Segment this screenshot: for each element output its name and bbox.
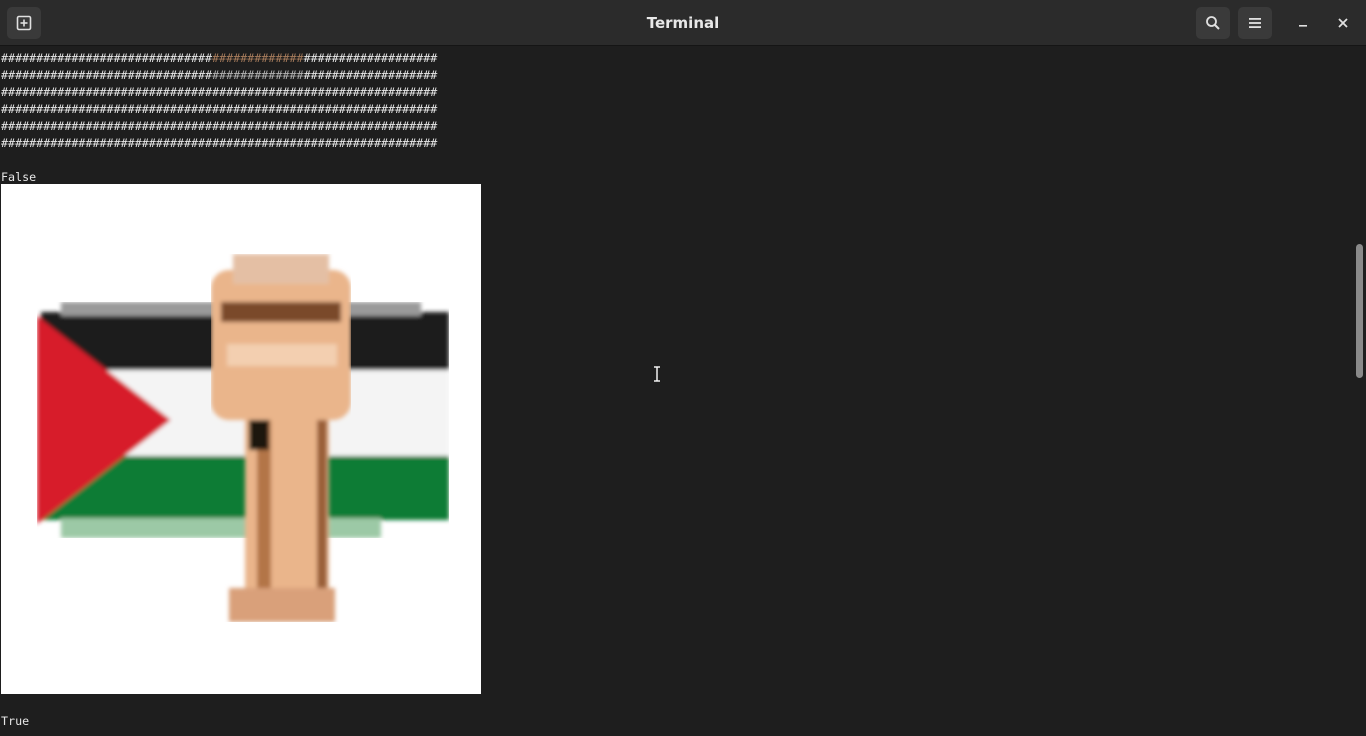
- hash-row: ########################################…: [1, 68, 438, 82]
- minimize-icon: [1299, 25, 1307, 27]
- palestine-flag-fist-image: [1, 184, 481, 694]
- terminal-view[interactable]: ########################################…: [0, 47, 1352, 736]
- terminal-window: Terminal ###############################…: [0, 0, 1366, 736]
- search-button[interactable]: [1196, 7, 1230, 39]
- window-title: Terminal: [646, 14, 720, 32]
- hash-row: ########################################…: [1, 119, 438, 133]
- text-cursor-icon: [654, 366, 660, 382]
- hash-row: ########################################…: [1, 85, 438, 99]
- new-tab-button[interactable]: [7, 7, 41, 39]
- header-bar: Terminal: [0, 0, 1366, 46]
- new-tab-icon: [16, 15, 32, 31]
- close-icon: [1338, 18, 1348, 28]
- scrollbar-thumb[interactable]: [1356, 244, 1363, 378]
- minimize-button[interactable]: [1286, 7, 1320, 39]
- flag-fist-icon: [1, 184, 481, 694]
- hash-row: ########################################…: [1, 136, 438, 150]
- hash-row: ########################################…: [1, 102, 438, 116]
- output-true: True: [1, 714, 30, 728]
- search-icon: [1206, 16, 1220, 30]
- vertical-scrollbar[interactable]: [1352, 47, 1366, 736]
- hash-row: ########################################…: [1, 51, 438, 65]
- close-button[interactable]: [1326, 7, 1360, 39]
- hamburger-menu-icon: [1249, 18, 1261, 28]
- menu-button[interactable]: [1238, 7, 1272, 39]
